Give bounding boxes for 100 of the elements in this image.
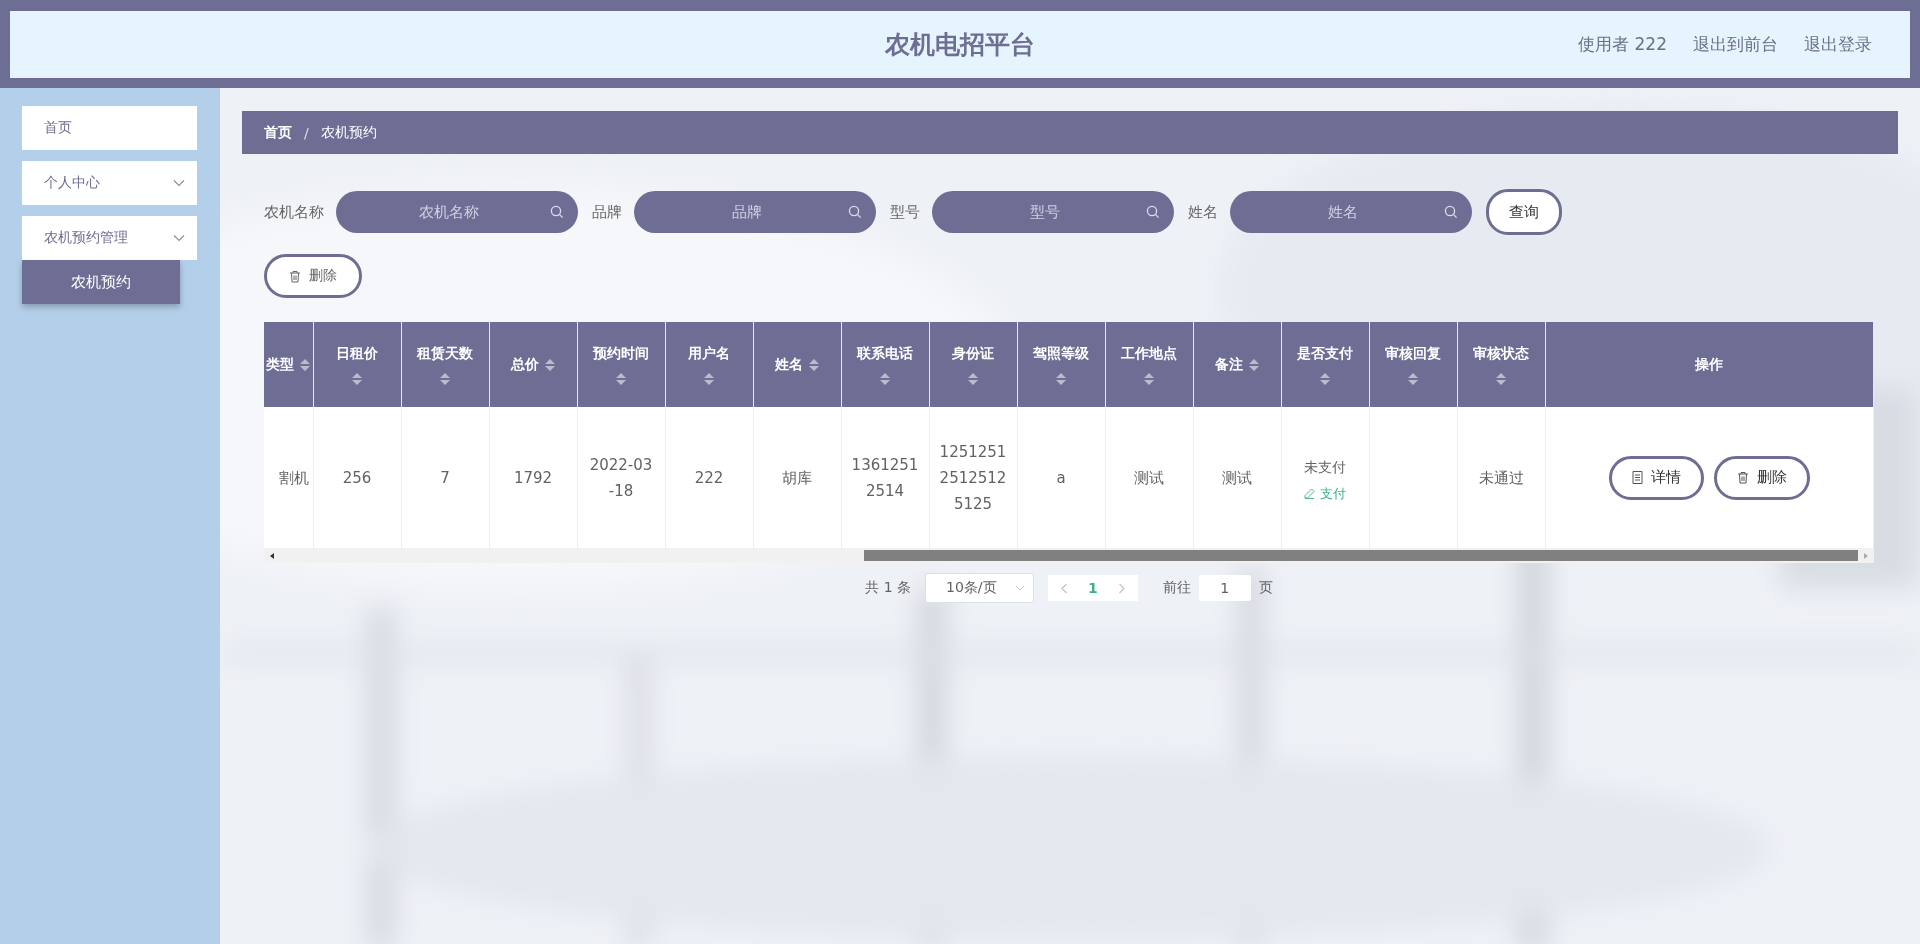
filter-label: 品牌 <box>592 202 622 222</box>
detail-button[interactable]: 详情 <box>1608 455 1704 500</box>
chevron-down-icon <box>173 179 185 187</box>
breadcrumb-link[interactable]: 首页 <box>264 123 292 142</box>
page-input[interactable]: 1 <box>1198 575 1251 601</box>
table-cell: 2022-03-18 <box>589 455 653 500</box>
scroll-left-icon[interactable] <box>268 551 276 560</box>
column-header[interactable]: 操作 <box>1545 322 1874 407</box>
table-cell: 7 <box>440 468 450 487</box>
sort-icon[interactable] <box>704 372 714 385</box>
query-button[interactable]: 查询 <box>1486 189 1562 235</box>
column-header[interactable]: 租赁天数 <box>401 322 489 407</box>
scroll-right-icon[interactable] <box>1862 551 1870 560</box>
breadcrumb-separator: / <box>304 124 309 141</box>
column-title: 身份证 <box>952 344 994 363</box>
column-title: 驾照等级 <box>1033 344 1089 363</box>
horizontal-scrollbar[interactable] <box>264 548 1874 563</box>
goto-label: 前往 <box>1162 579 1191 597</box>
sort-icon[interactable] <box>1144 372 1154 385</box>
column-title: 操作 <box>1695 355 1724 374</box>
sort-icon[interactable] <box>545 358 555 371</box>
column-header[interactable]: 预约时间 <box>577 322 665 407</box>
column-header[interactable]: 姓名 <box>753 322 841 407</box>
column-header[interactable]: 总价 <box>489 322 577 407</box>
column-header[interactable]: 审核状态 <box>1457 322 1545 407</box>
column-header[interactable]: 用户名 <box>665 322 753 407</box>
table-cell: a <box>1056 468 1066 487</box>
column-header[interactable]: 工作地点 <box>1105 322 1193 407</box>
page-number[interactable]: 1 <box>1088 580 1098 596</box>
sort-icon[interactable] <box>1408 372 1418 385</box>
sort-icon[interactable] <box>616 372 626 385</box>
chevron-down-icon <box>173 234 185 242</box>
sort-icon[interactable] <box>440 372 450 385</box>
table-cell: 未通过 <box>1478 468 1524 487</box>
table-cell: 割机 <box>278 468 309 487</box>
sort-icon[interactable] <box>1320 372 1330 385</box>
page-size-select[interactable]: 10条/页 <box>925 573 1035 603</box>
pay-link[interactable]: 支付 <box>1304 485 1346 502</box>
header-link[interactable]: 使用者 222 <box>1578 33 1667 56</box>
column-header[interactable]: 是否支付 <box>1281 322 1369 407</box>
column-header[interactable]: 联系电话 <box>841 322 929 407</box>
menu-item[interactable]: 个人中心 <box>22 161 197 205</box>
table-cell: 222 <box>694 468 724 487</box>
table-cell: 测试 <box>1134 468 1164 487</box>
sort-icon[interactable] <box>300 358 311 371</box>
search-field[interactable]: 品牌 <box>634 191 876 233</box>
column-header[interactable]: 身份证 <box>929 322 1017 407</box>
filter-label: 型号 <box>890 202 920 222</box>
header-link[interactable]: 退出到前台 <box>1693 33 1778 56</box>
table-cell: 256 <box>342 468 372 487</box>
column-header[interactable]: 类型 <box>264 322 313 407</box>
page-suffix: 页 <box>1258 579 1273 597</box>
menu-item[interactable]: 首页 <box>22 106 197 150</box>
column-title: 用户名 <box>688 344 730 363</box>
previous-page-icon[interactable] <box>1060 582 1069 594</box>
delete-button[interactable]: 删除 <box>264 254 362 298</box>
column-title: 审核回复 <box>1385 344 1441 363</box>
table-cell: 1792 <box>513 468 553 487</box>
delete-button[interactable]: 删除 <box>1713 455 1810 500</box>
table-cell: 测试 <box>1222 468 1252 487</box>
search-field[interactable]: 农机名称 <box>336 191 578 233</box>
column-header[interactable]: 日租价 <box>313 322 401 407</box>
column-title: 总价 <box>511 355 539 374</box>
sort-icon[interactable] <box>968 372 978 385</box>
trash-icon <box>1736 471 1749 484</box>
sort-icon[interactable] <box>1249 358 1259 371</box>
sort-icon[interactable] <box>809 358 819 371</box>
table-cell: 胡库 <box>782 468 812 487</box>
column-title: 日租价 <box>336 344 378 363</box>
column-title: 姓名 <box>775 355 803 374</box>
column-header[interactable]: 审核回复 <box>1369 322 1457 407</box>
table-cell: 13612512514 <box>851 455 919 500</box>
column-header[interactable]: 驾照等级 <box>1017 322 1105 407</box>
column-title: 工作地点 <box>1121 344 1177 363</box>
column-header[interactable]: 备注 <box>1193 322 1281 407</box>
trash-icon <box>289 269 301 283</box>
sort-icon[interactable] <box>880 372 890 385</box>
submenu-item[interactable]: 农机预约 <box>22 260 180 304</box>
breadcrumb-link[interactable]: 农机预约 <box>320 123 377 142</box>
column-title: 类型 <box>266 355 295 374</box>
column-title: 联系电话 <box>857 344 913 363</box>
document-icon <box>1631 471 1643 484</box>
search-field[interactable]: 姓名 <box>1230 191 1472 233</box>
sort-icon[interactable] <box>1056 372 1066 385</box>
search-icon <box>1146 205 1160 219</box>
header-link[interactable]: 退出登录 <box>1804 33 1872 56</box>
sort-icon[interactable] <box>352 372 362 385</box>
next-page-icon[interactable] <box>1117 582 1126 594</box>
app-title: 农机电招平台 <box>885 29 1035 61</box>
total-count: 共 1 条 <box>865 579 912 597</box>
chevron-down-icon <box>1015 585 1026 591</box>
filter-label: 农机名称 <box>264 202 324 222</box>
search-icon <box>1444 205 1458 219</box>
menu-item[interactable]: 农机预约管理 <box>22 216 197 260</box>
scrollbar-thumb[interactable] <box>863 550 1858 561</box>
search-icon <box>848 205 862 219</box>
filter-label: 姓名 <box>1188 202 1218 222</box>
column-title: 备注 <box>1215 355 1243 374</box>
search-field[interactable]: 型号 <box>932 191 1174 233</box>
sort-icon[interactable] <box>1496 372 1506 385</box>
